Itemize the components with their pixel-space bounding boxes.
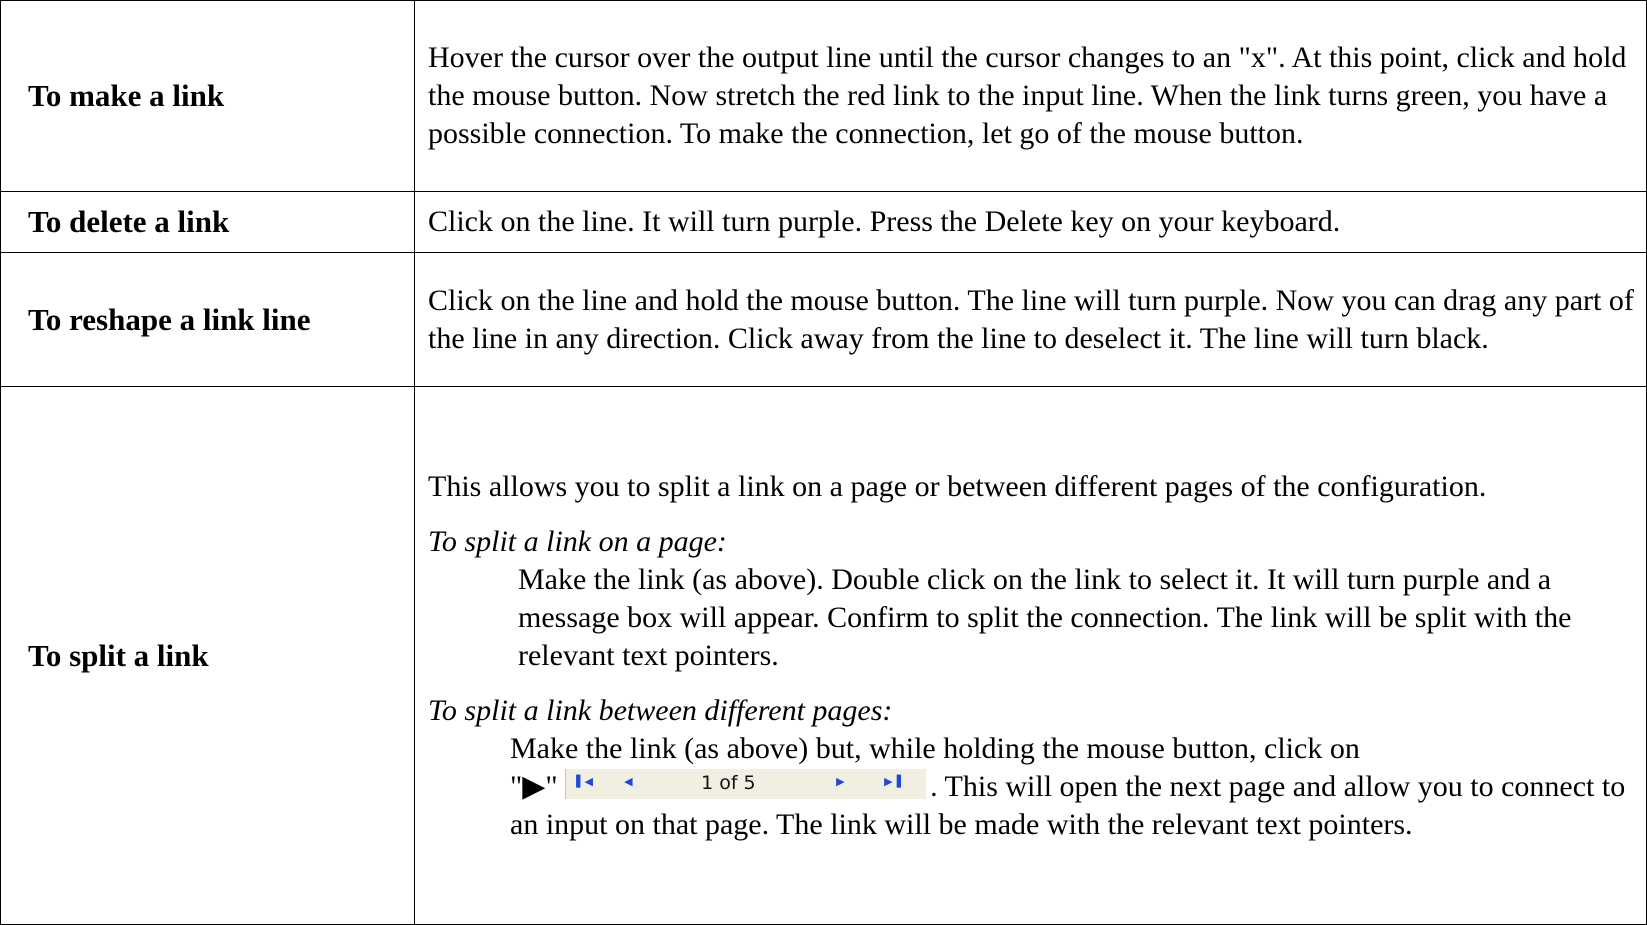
split-between-pages-text: Make the link (as above) but, while hold…	[510, 730, 1638, 844]
table-row: To reshape a link line Click on the line…	[0, 252, 1647, 387]
split-between-pages-heading: To split a link between different pages:	[428, 693, 893, 727]
split-between-text-start: Make the link (as above) but, while hold…	[510, 731, 1360, 765]
page-navigator: ▌◀ ◀ 1 of 5 ▶ ▶▐	[565, 768, 927, 799]
description-text: Click on the line. It will turn purple. …	[428, 205, 1341, 238]
page-number-display: 1 of 5	[701, 771, 756, 794]
split-on-page-text: Make the link (as above). Double click o…	[518, 562, 1572, 672]
row-label: To split a link	[0, 386, 415, 925]
link-help-table: To make a link Hover the cursor over the…	[0, 0, 1647, 925]
row-description: Hover the cursor over the output line un…	[414, 0, 1647, 192]
row-label: To make a link	[0, 0, 415, 192]
row-description: This allows you to split a link on a pag…	[414, 386, 1647, 925]
row-description: Click on the line and hold the mouse but…	[414, 252, 1647, 387]
row-description: Click on the line. It will turn purple. …	[414, 191, 1647, 253]
description-text: Hover the cursor over the output line un…	[428, 41, 1627, 150]
table-row: To delete a link Click on the line. It w…	[0, 191, 1647, 253]
row-label: To reshape a link line	[0, 252, 415, 387]
first-page-icon[interactable]: ▌◀	[576, 774, 593, 790]
row-label: To delete a link	[0, 191, 415, 253]
last-page-icon[interactable]: ▶▐	[884, 774, 901, 790]
description-text: Click on the line and hold the mouse but…	[428, 283, 1634, 355]
previous-page-icon[interactable]: ◀	[624, 774, 632, 790]
split-on-page-heading: To split a link on a page:	[428, 524, 727, 558]
next-page-icon[interactable]: ▶	[836, 774, 844, 790]
table-row: To make a link Hover the cursor over the…	[0, 0, 1647, 192]
play-symbol: "▶"	[510, 769, 558, 803]
table-row: To split a link This allows you to split…	[0, 386, 1647, 925]
split-intro-text: This allows you to split a link on a pag…	[428, 469, 1487, 503]
